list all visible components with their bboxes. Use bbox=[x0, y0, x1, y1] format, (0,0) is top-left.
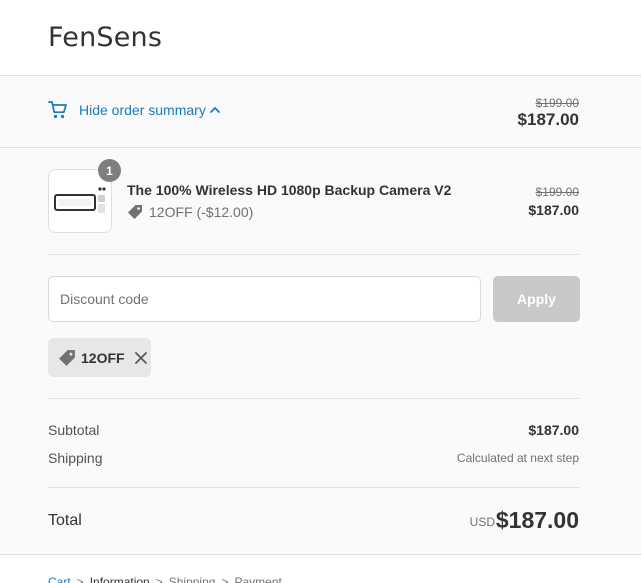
total-currency: USD bbox=[469, 515, 495, 529]
divider bbox=[48, 487, 580, 488]
shipping-value: Calculated at next step bbox=[456, 451, 579, 465]
discount-tag-icon bbox=[59, 349, 75, 366]
breadcrumb-shipping: Shipping bbox=[168, 575, 216, 583]
breadcrumb-information: Information bbox=[89, 575, 150, 583]
line-item-original-price: $199.00 bbox=[535, 185, 579, 199]
applied-discount-chip: 12OFF bbox=[48, 338, 151, 377]
breadcrumb-separator: > bbox=[155, 575, 163, 583]
summary-total-price: $187.00 bbox=[517, 110, 579, 129]
breadcrumb-separator: > bbox=[76, 575, 84, 583]
total-value: $187.00 bbox=[495, 507, 579, 533]
store-logo[interactable]: FenSens bbox=[48, 22, 162, 53]
breadcrumb-cart[interactable]: Cart bbox=[48, 575, 71, 583]
discount-code-input[interactable] bbox=[48, 276, 481, 322]
line-item-discount: 12OFF (-$12.00) bbox=[127, 204, 253, 220]
breadcrumb-payment: Payment bbox=[234, 575, 282, 583]
total-label: Total bbox=[48, 512, 82, 529]
product-title: The 100% Wireless HD 1080p Backup Camera… bbox=[127, 182, 452, 198]
header: FenSens bbox=[0, 0, 641, 76]
hide-order-summary-label: Hide order summary bbox=[79, 102, 206, 118]
divider bbox=[48, 254, 580, 255]
discount-tag-icon bbox=[128, 205, 142, 219]
subtotal-label: Subtotal bbox=[48, 422, 100, 438]
subtotal-value: $187.00 bbox=[528, 422, 579, 438]
summary-original-price: $199.00 bbox=[535, 96, 579, 110]
order-summary: 1 The 100% Wireless HD 1080p Backup Came… bbox=[0, 149, 641, 555]
breadcrumb-separator: > bbox=[221, 575, 229, 583]
shipping-label: Shipping bbox=[48, 450, 103, 466]
remove-discount-close-icon[interactable] bbox=[134, 351, 147, 364]
cart-icon bbox=[48, 101, 67, 119]
divider bbox=[48, 398, 580, 399]
quantity-badge: 1 bbox=[98, 159, 121, 182]
apply-discount-button[interactable]: Apply bbox=[493, 276, 580, 322]
chevron-up-icon bbox=[209, 107, 220, 113]
breadcrumb: Cart > Information > Shipping > Payment bbox=[48, 575, 288, 583]
hide-order-summary-button[interactable]: Hide order summary bbox=[48, 100, 220, 120]
applied-discount-code: 12OFF bbox=[81, 349, 125, 366]
line-item-price: $187.00 bbox=[528, 202, 579, 218]
order-summary-toggle-bar: Hide order summary $199.00 $187.00 bbox=[0, 76, 641, 148]
line-item-discount-label: 12OFF (-$12.00) bbox=[149, 204, 254, 220]
